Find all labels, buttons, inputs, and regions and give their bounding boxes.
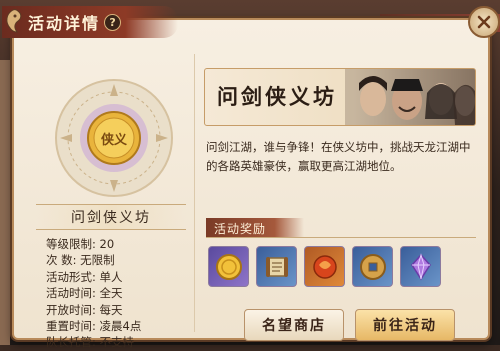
heroes-portrait-icon [345, 69, 475, 125]
go-to-activity-button[interactable]: 前往活动 [355, 309, 455, 341]
activity-detail-dialog: 活动详情 ? 侠义 问剑侠义坊 等级限制: 20 次 数: 无限制 活动形式: … [2, 6, 500, 349]
dialog-title: 活动详情 [28, 14, 101, 33]
info-captain-auto: 队长托管: 不支持 [46, 335, 135, 350]
copper-coin-icon [359, 253, 386, 280]
activity-description: 问剑江湖，谁与争锋！在侠义坊中，挑战天龙江湖中的各路英雄豪侠，赢取更高江湖地位。 [206, 140, 471, 173]
rewards-list [208, 246, 441, 287]
info-form: 活动形式: 单人 [46, 269, 123, 284]
emblem-text: 侠义 [100, 133, 127, 148]
rewards-label-tag: 活动奖励 [206, 218, 304, 238]
fame-shop-button[interactable]: 名望商店 [244, 309, 344, 341]
backdrop-sidebar [0, 60, 10, 345]
activity-info-list: 等级限制: 20 次 数: 无限制 活动形式: 单人 活动时间: 全天 开放时间… [46, 236, 141, 351]
rewards-divider [206, 237, 476, 238]
info-reset-time: 重置时间: 凌晨4点 [46, 319, 142, 334]
info-count: 次 数: 无限制 [46, 253, 115, 268]
gold-coin-icon [215, 253, 242, 280]
close-button[interactable] [468, 6, 500, 38]
info-open-time: 开放时间: 每天 [46, 302, 123, 317]
reward-slot-scroll[interactable] [256, 246, 297, 287]
activity-name: 问剑侠义坊 [71, 210, 151, 226]
crystal-icon [410, 252, 431, 280]
info-activity-time: 活动时间: 全天 [46, 286, 123, 301]
rewards-label: 活动奖励 [214, 221, 267, 236]
activity-name-plate: 问剑侠义坊 [36, 204, 186, 230]
activity-emblem: 侠义 [50, 74, 178, 202]
reward-slot-red-gem[interactable] [304, 246, 345, 287]
banner-title: 问剑侠义坊 [217, 84, 337, 109]
reward-slot-gold-coin[interactable] [208, 246, 249, 287]
help-icon[interactable]: ? [104, 13, 122, 31]
activity-info-panel: 侠义 问剑侠义坊 等级限制: 20 次 数: 无限制 活动形式: 单人 活动时间… [36, 54, 195, 349]
dialog-title-bar: 活动详情 ? [2, 6, 178, 38]
close-icon [477, 15, 491, 29]
info-level-limit: 等级限制: 20 [46, 237, 115, 251]
scroll-icon [265, 256, 288, 277]
reward-slot-copper-coin[interactable] [352, 246, 393, 287]
reward-slot-crystal[interactable] [400, 246, 441, 287]
activity-banner: 问剑侠义坊 [204, 68, 476, 126]
dragon-ornament-icon [6, 9, 22, 33]
red-gem-icon [312, 254, 337, 279]
